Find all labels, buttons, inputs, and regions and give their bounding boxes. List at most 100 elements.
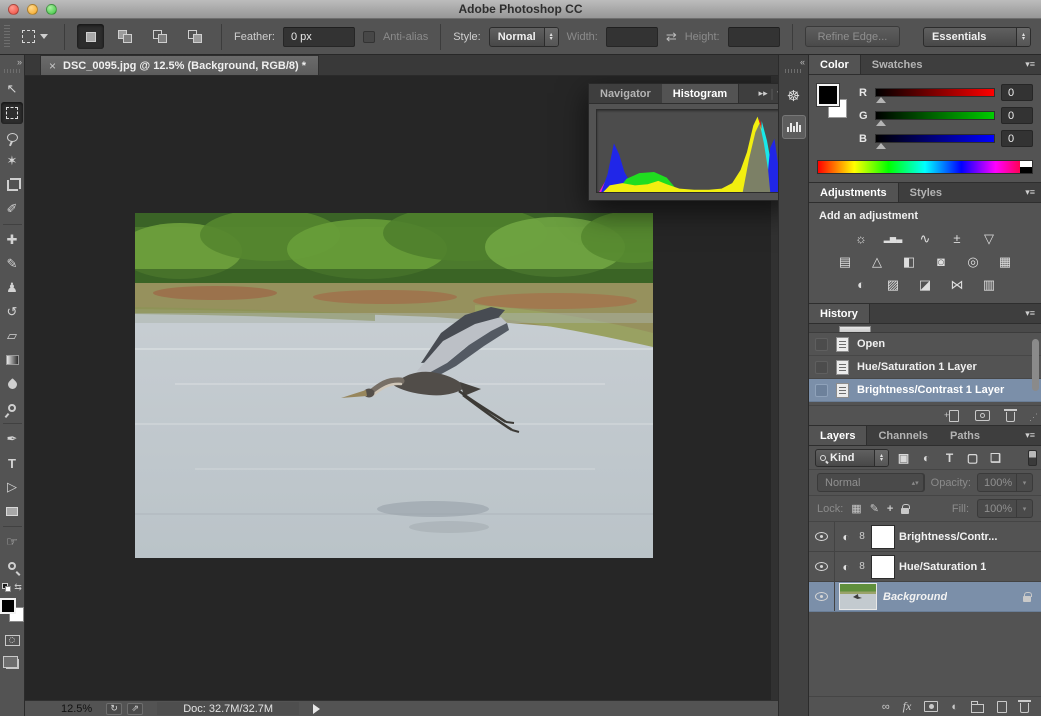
filter-on-off-toggle[interactable] (1028, 450, 1037, 466)
history-source-checkbox[interactable] (815, 338, 828, 351)
layer-row-brightness-contrast[interactable]: ◐ 8 Brightness/Contr... (809, 522, 1041, 552)
layer-name[interactable]: Brightness/Contr... (899, 531, 997, 543)
layer-effects-icon[interactable]: fx (903, 699, 912, 714)
black-swatch[interactable] (1020, 167, 1032, 173)
brightness-contrast-icon[interactable]: ☼ (850, 230, 872, 247)
screen-mode-button[interactable] (1, 653, 23, 675)
levels-icon[interactable]: ▂▅▃ (882, 230, 904, 247)
tab-styles[interactable]: Styles (899, 183, 953, 202)
new-adjustment-layer-icon[interactable]: ◐ (951, 701, 958, 713)
new-group-icon[interactable] (971, 704, 984, 713)
lasso-tool[interactable] (1, 126, 23, 148)
foreground-color-swatch[interactable] (817, 84, 839, 106)
color-spectrum-ramp[interactable] (817, 160, 1033, 174)
blur-tool[interactable] (1, 373, 23, 395)
width-input[interactable] (606, 27, 658, 47)
black-white-icon[interactable]: ◧ (898, 253, 920, 270)
refine-edge-button[interactable]: Refine Edge... (805, 26, 901, 47)
red-slider[interactable] (875, 88, 995, 97)
status-flyout-icon[interactable] (313, 704, 320, 714)
layer-name[interactable]: Background (883, 591, 947, 603)
green-slider[interactable] (875, 111, 995, 120)
delete-state-icon[interactable] (1006, 412, 1015, 422)
zoom-level-field[interactable]: 12.5% (61, 703, 92, 715)
link-layers-icon[interactable]: ∞ (882, 701, 890, 713)
brush-tool[interactable]: ✎ (1, 253, 23, 275)
color-lookup-icon[interactable]: ▦ (994, 253, 1016, 270)
tab-paths[interactable]: Paths (939, 426, 991, 445)
close-document-icon[interactable]: × (49, 59, 56, 73)
blend-mode-select[interactable]: Normal ▴▾ (817, 473, 925, 492)
panel-menu-icon[interactable]: ▾≡ (1025, 304, 1041, 323)
layer-filter-select[interactable]: Kind ▴▾ (815, 449, 889, 467)
quick-mask-button[interactable] (1, 629, 23, 651)
threshold-icon[interactable]: ◪ (914, 276, 936, 293)
history-source-checkbox[interactable] (815, 361, 828, 374)
history-item-brightness-contrast[interactable]: Brightness/Contrast 1 Layer (809, 379, 1041, 402)
layer-mask-thumbnail[interactable] (871, 525, 895, 549)
history-source-checkbox[interactable] (815, 384, 828, 397)
gradient-tool[interactable] (1, 349, 23, 371)
rectangle-shape-tool[interactable] (1, 500, 23, 522)
blue-slider[interactable] (875, 134, 995, 143)
magic-wand-tool[interactable]: ✶ (1, 150, 23, 172)
crop-tool[interactable] (1, 174, 23, 196)
document-tab[interactable]: × DSC_0095.jpg @ 12.5% (Background, RGB/… (40, 55, 319, 75)
layer-mask-thumbnail[interactable] (871, 555, 895, 579)
blue-value-field[interactable]: 0 (1001, 130, 1033, 147)
layer-row-background[interactable]: Background (809, 582, 1041, 612)
layer-row-hue-saturation[interactable]: ◐ 8 Hue/Saturation 1 (809, 552, 1041, 582)
slider-thumb-icon[interactable] (876, 97, 886, 103)
red-value-field[interactable]: 0 (1001, 84, 1033, 101)
new-snapshot-icon[interactable] (975, 410, 990, 421)
channel-mixer-icon[interactable]: ◎ (962, 253, 984, 270)
workspace-select[interactable]: Essentials ▴▾ (923, 27, 1031, 47)
panel-menu-icon[interactable]: ▾≡ (777, 88, 778, 99)
eyedropper-tool[interactable]: ✐ (1, 198, 23, 220)
adjustment-layer-icon[interactable]: ◐ (835, 560, 857, 574)
tab-history[interactable]: History (809, 304, 870, 323)
adjustment-layer-icon[interactable]: ◐ (835, 530, 857, 544)
green-value-field[interactable]: 0 (1001, 107, 1033, 124)
healing-brush-tool[interactable]: ✚ (1, 229, 23, 251)
zoom-tool[interactable] (1, 555, 23, 577)
visibility-cell[interactable] (809, 582, 835, 611)
posterize-icon[interactable]: ▨ (882, 276, 904, 293)
layer-name[interactable]: Hue/Saturation 1 (899, 561, 986, 573)
filter-pixel-layers-icon[interactable]: ▣ (895, 450, 912, 466)
panel-menu-icon[interactable]: ▾≡ (1025, 55, 1041, 74)
panel-resize-grip[interactable]: ⋰ (1029, 412, 1038, 423)
default-colors-icon[interactable] (2, 583, 11, 592)
panel-menu-icon[interactable]: ▾≡ (1025, 426, 1041, 445)
filter-smart-objects-icon[interactable]: ❏ (987, 450, 1004, 466)
history-scrollbar[interactable] (1032, 339, 1039, 391)
add-layer-mask-icon[interactable] (924, 701, 938, 712)
intersect-selection-button[interactable] (182, 24, 209, 49)
tab-color[interactable]: Color (809, 55, 861, 74)
lock-all-icon[interactable] (901, 508, 909, 514)
vibrance-icon[interactable]: ▽ (978, 230, 1000, 247)
panel-menu-icon[interactable]: ▾≡ (1025, 183, 1041, 202)
options-bar-grip[interactable] (4, 25, 10, 49)
visibility-cell[interactable] (809, 522, 835, 551)
tab-histogram[interactable]: Histogram (662, 84, 739, 103)
new-document-from-state-icon[interactable] (949, 410, 959, 422)
type-tool[interactable]: T (1, 452, 23, 474)
filter-type-layers-icon[interactable]: T (941, 450, 958, 466)
hand-tool[interactable]: ☞ (1, 531, 23, 553)
panel-expand-icon[interactable]: ▸▸ (759, 88, 768, 99)
feather-input[interactable]: 0 px (283, 27, 355, 47)
tool-preset-picker[interactable] (18, 27, 52, 46)
pen-tool[interactable]: ✒ (1, 428, 23, 450)
tab-channels[interactable]: Channels (867, 426, 939, 445)
selective-color-icon[interactable]: ▥ (978, 276, 1000, 293)
tab-swatches[interactable]: Swatches (861, 55, 934, 74)
lock-position-icon[interactable]: + (887, 503, 893, 515)
delete-layer-icon[interactable] (1020, 703, 1029, 713)
tab-navigator[interactable]: Navigator (589, 84, 662, 103)
lock-paint-icon[interactable]: ✎ (870, 502, 879, 515)
path-selection-tool[interactable]: ▷ (1, 476, 23, 498)
minimize-window-button[interactable] (27, 4, 38, 15)
zoom-window-button[interactable] (46, 4, 57, 15)
history-snapshot-row[interactable] (809, 324, 1041, 333)
